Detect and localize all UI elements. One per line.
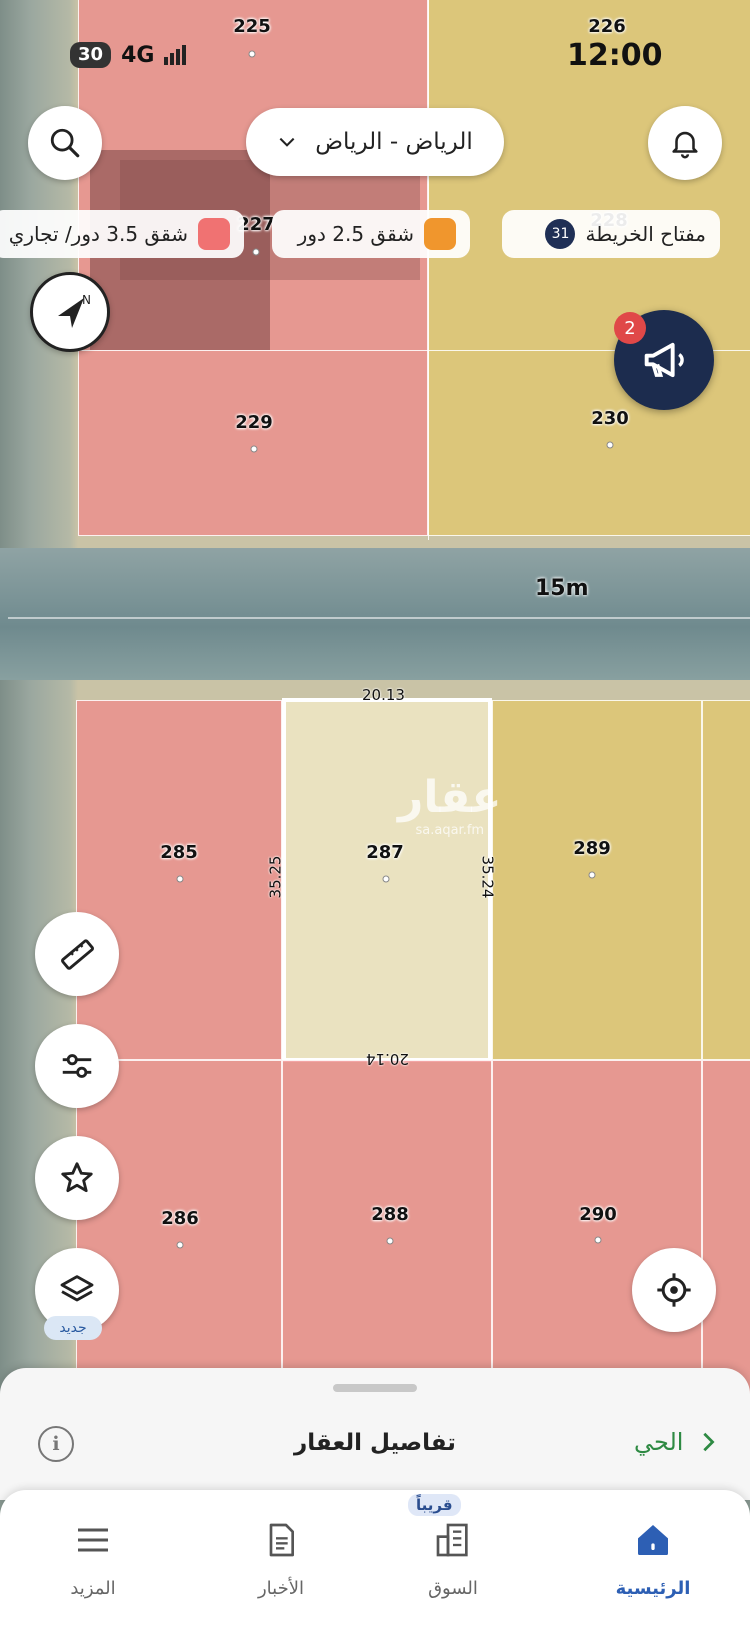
parcel-centroid [176, 875, 184, 883]
tab-home[interactable]: الرئيسية [578, 1490, 728, 1599]
star-icon [61, 1162, 93, 1193]
sheet-drag-handle[interactable] [333, 1384, 417, 1392]
parcel-divider [428, 0, 429, 540]
parcel-label-287: 287 [366, 842, 404, 863]
locate-me-button[interactable] [632, 1248, 716, 1332]
legend-red-label: شقق 3.5 دور/ تجاري [8, 222, 188, 246]
home-icon [638, 1525, 668, 1555]
parcel-290[interactable] [492, 1060, 702, 1400]
measure-button[interactable] [35, 912, 119, 996]
parcel-adjacent[interactable] [702, 700, 750, 1060]
parcel-label-285: 285 [160, 842, 198, 863]
status-bar-left: 30 4G [70, 42, 187, 68]
sliders-icon [62, 1054, 92, 1078]
menu-icon [78, 1528, 108, 1552]
parcel-adjacent[interactable] [702, 1060, 750, 1400]
road [0, 548, 750, 680]
property-details-sheet[interactable]: i تفاصيل العقار الحي [0, 1368, 750, 1500]
parcel-centroid [594, 1236, 602, 1244]
parcel-label-289: 289 [573, 838, 611, 859]
parcel-centroid [386, 1237, 394, 1245]
city-selector-label: الرياض - الرياض [315, 129, 473, 155]
parcel-label-230: 230 [591, 408, 629, 429]
parcel-288[interactable] [282, 1060, 492, 1400]
tab-market-label: السوق [428, 1578, 478, 1599]
bell-icon [672, 131, 698, 159]
dimension-top: 20.13 [362, 686, 405, 704]
building-icon [436, 1523, 468, 1557]
document-icon [269, 1523, 294, 1557]
dimension-left: 35.25 [266, 855, 285, 899]
tab-more[interactable]: المزيد [18, 1490, 168, 1599]
megaphone-icon [644, 342, 684, 378]
filter-button[interactable] [35, 1024, 119, 1108]
watermark: عقار sa.aqar.fm [398, 772, 502, 838]
city-selector[interactable]: الرياض - الرياض [246, 108, 504, 176]
parcel-label-288: 288 [371, 1204, 409, 1225]
parcel-centroid [248, 50, 256, 58]
parcel-label-290: 290 [579, 1204, 617, 1225]
search-button[interactable] [28, 106, 102, 180]
announcements-badge: 2 [614, 312, 646, 344]
neighborhood-link-label: الحي [634, 1428, 684, 1456]
layers-icon [60, 1275, 94, 1302]
parcel-label-226: 226 [588, 16, 626, 37]
parcel-label-286: 286 [161, 1208, 199, 1229]
parcel-centroid [606, 441, 614, 449]
neighborhood-link[interactable]: الحي [634, 1428, 719, 1456]
legend-chip-red[interactable]: شقق 3.5 دور/ تجاري [0, 210, 244, 258]
notifications-button[interactable] [648, 106, 722, 180]
announcements-button[interactable]: 2 [614, 310, 714, 410]
svg-text:N: N [82, 293, 91, 307]
new-feature-tag: جديد [44, 1316, 102, 1340]
favorites-button[interactable] [35, 1136, 119, 1220]
compass-button[interactable]: N [30, 272, 110, 352]
parcel-label-229: 229 [235, 412, 273, 433]
signal-icon [164, 45, 187, 65]
map-key-button[interactable]: مفتاح الخريطة 31 [502, 210, 720, 258]
ruler-icon [61, 939, 94, 970]
legend-chip-orange[interactable]: شقق 2.5 دور [272, 210, 470, 258]
chevron-down-icon [279, 137, 295, 147]
battery-indicator: 30 [70, 42, 112, 68]
network-type: 4G [121, 42, 155, 68]
road-width-label: 15m [535, 576, 589, 601]
parcel-286[interactable] [76, 1060, 282, 1400]
bottom-tab-bar: الرئيسية السوق الأخبار المزيد [0, 1490, 750, 1628]
road-centerline [8, 617, 750, 619]
tab-news-label: الأخبار [257, 1578, 304, 1599]
map-key-count: 31 [545, 219, 576, 249]
parcel-289[interactable] [492, 700, 702, 1060]
parcel-centroid [250, 445, 258, 453]
tab-home-label: الرئيسية [615, 1578, 691, 1599]
parcel-centroid [382, 875, 390, 883]
parcel-label-225: 225 [233, 16, 271, 37]
tab-news[interactable]: الأخبار [206, 1490, 356, 1599]
dimension-bottom: 20.14 [366, 1050, 409, 1068]
parcel-centroid [176, 1241, 184, 1249]
parcel-centroid [252, 248, 260, 256]
dimension-right: 35.24 [478, 855, 497, 899]
chevron-right-icon [703, 1432, 716, 1452]
coming-soon-badge: قريباً [408, 1494, 461, 1516]
status-time: 12:00 [567, 38, 663, 73]
red-zone-swatch [198, 218, 230, 250]
legend-orange-label: شقق 2.5 دور [297, 222, 414, 246]
tab-more-label: المزيد [70, 1578, 116, 1599]
search-icon [50, 128, 80, 158]
map-key-label: مفتاح الخريطة [585, 222, 706, 246]
orange-zone-swatch [424, 218, 456, 250]
compass-icon: N [58, 293, 91, 328]
parcel-226[interactable] [428, 0, 750, 536]
parcel-centroid [588, 871, 596, 879]
crosshair-icon [657, 1273, 691, 1307]
